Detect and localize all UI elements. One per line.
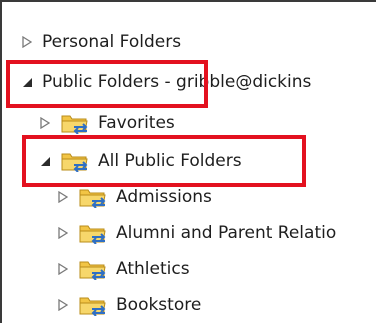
tree-item-favorites[interactable]: Favorites [38,107,175,139]
tree-item-public-folders[interactable]: Public Folders - gribble@dickins [20,66,311,98]
expand-arrow-icon[interactable] [20,35,34,49]
tree-item-alumni-and-parent-relations[interactable]: Alumni and Parent Relatio [56,217,336,249]
public-folder-icon [78,294,108,317]
tree-item-label: Athletics [116,259,190,279]
public-folder-icon [78,258,108,281]
collapse-arrow-icon[interactable] [38,154,52,168]
expand-arrow-icon[interactable] [56,190,70,204]
tree-item-bookstore[interactable]: Bookstore [56,289,201,321]
tree-item-label: Admissions [116,187,212,207]
tree-item-athletics[interactable]: Athletics [56,253,190,285]
tree-item-label: Personal Folders [42,32,182,52]
tree-item-admissions[interactable]: Admissions [56,181,212,213]
tree-item-label: Public Folders - gribble@dickins [42,72,312,92]
expand-arrow-icon[interactable] [56,298,70,312]
public-folder-icon [78,222,108,245]
folder-pane: Personal Folders Public Folders - gribbl… [0,0,376,323]
expand-arrow-icon[interactable] [38,116,52,130]
expand-arrow-icon[interactable] [56,262,70,276]
public-folder-icon [60,112,90,135]
tree-item-all-public-folders[interactable]: All Public Folders [38,145,242,177]
tree-item-label: Bookstore [116,295,202,315]
public-folder-icon [60,150,90,173]
public-folder-icon [78,186,108,209]
tree-item-personal-folders[interactable]: Personal Folders [20,26,181,58]
tree-item-label: Alumni and Parent Relatio [116,223,337,243]
collapse-arrow-icon[interactable] [20,75,34,89]
tree-item-label: Favorites [98,113,175,133]
tree-item-label: All Public Folders [98,151,242,171]
expand-arrow-icon[interactable] [56,226,70,240]
